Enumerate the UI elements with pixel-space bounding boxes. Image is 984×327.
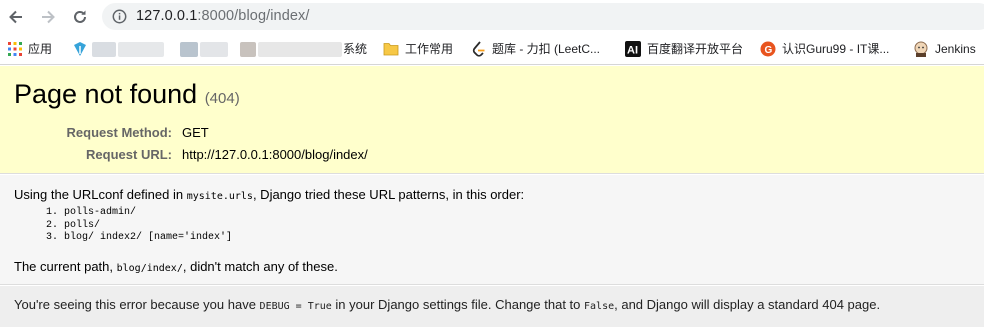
request-method-value: GET xyxy=(182,125,209,140)
page-title-text: Page not found xyxy=(14,79,198,109)
bookmark-guru99[interactable]: G 认识Guru99 - IT课... xyxy=(760,33,889,64)
page-title: Page not found (404) xyxy=(14,79,240,110)
urlconf-intro: Using the URLconf defined in mysite.urls… xyxy=(14,187,524,202)
url-path: :8000/blog/index/ xyxy=(197,8,310,24)
request-url-value: http://127.0.0.1:8000/blog/index/ xyxy=(182,147,368,162)
blurred-bookmark[interactable] xyxy=(92,42,116,57)
apps-grid-icon xyxy=(8,41,22,56)
current-path: blog/index/ xyxy=(116,263,183,274)
forward-arrow-icon xyxy=(42,10,55,24)
bookmark-work-folder[interactable]: 工作常用 xyxy=(383,33,453,64)
bookmark-jenkins[interactable]: Jenkins xyxy=(913,33,976,64)
blurred-bookmark[interactable] xyxy=(240,42,256,57)
forward-button[interactable] xyxy=(37,6,59,28)
false-code: False xyxy=(584,301,615,312)
ai-icon: AI xyxy=(625,40,641,57)
request-method-label: Request Method: xyxy=(66,125,172,140)
bookmarks-bar: 应用 系统 工作常用 题库 - 力扣 (LeetC... AI 百度翻译开放平台… xyxy=(0,33,984,65)
url-pattern-item: 3. blog/ index2/ [name='index'] xyxy=(46,232,233,243)
url-pattern-item: 1. polls-admin/ xyxy=(46,207,137,218)
back-button[interactable] xyxy=(5,6,27,28)
bookmark-label: Jenkins xyxy=(935,41,976,56)
address-bar[interactable]: 127.0.0.1:8000/blog/index/ xyxy=(102,3,984,30)
explanation-middle: in your Django settings file. Change tha… xyxy=(331,297,585,312)
intro-before: Using the URLconf defined in xyxy=(14,187,187,202)
blurred-bookmark[interactable] xyxy=(180,42,198,57)
folder-icon xyxy=(383,42,399,56)
reload-icon xyxy=(74,10,86,23)
svg-text:G: G xyxy=(765,45,773,56)
current-path-note: The current path, blog/index/, didn't ma… xyxy=(14,259,338,274)
url-pattern-item: 2. polls/ xyxy=(46,219,101,231)
urlconf-info: Using the URLconf defined in mysite.urls… xyxy=(0,175,984,285)
bookmark-apps[interactable]: 应用 xyxy=(8,33,52,64)
reload-button[interactable] xyxy=(69,6,91,28)
explanation-after: , and Django will display a standard 404… xyxy=(614,297,881,312)
bookmark-system[interactable]: 系统 xyxy=(343,33,367,64)
explanation-text: You're seeing this error because you hav… xyxy=(14,297,880,312)
current-after: , didn't match any of these. xyxy=(182,259,338,274)
blurred-bookmark[interactable] xyxy=(118,42,164,57)
svg-text:AI: AI xyxy=(627,44,638,56)
explanation-before: You're seeing this error because you hav… xyxy=(14,297,260,312)
request-url-label: Request URL: xyxy=(86,147,172,162)
bookmark-label: 工作常用 xyxy=(405,42,454,56)
bookmark-label: 系统 xyxy=(343,42,368,56)
browser-toolbar: 127.0.0.1:8000/blog/index/ xyxy=(0,0,984,33)
blurred-bookmark[interactable] xyxy=(258,42,342,57)
intro-after: , Django tried these URL patterns, in th… xyxy=(252,187,525,202)
current-before: The current path, xyxy=(14,259,117,274)
url-text: 127.0.0.1:8000/blog/index/ xyxy=(136,8,310,24)
jenkins-icon xyxy=(913,41,929,57)
error-summary: Page not found (404) Request Method: GET… xyxy=(0,66,984,174)
url-host: 127.0.0.1 xyxy=(136,8,198,24)
leetcode-icon xyxy=(472,40,486,57)
bookmark-leetcode[interactable]: 题库 - 力扣 (LeetC... xyxy=(472,33,600,64)
bookmark-label: 题库 - 力扣 (LeetC... xyxy=(492,42,601,56)
bookmark-label: 应用 xyxy=(28,42,53,56)
guru99-icon: G xyxy=(760,41,776,57)
debug-setting-code: DEBUG = True xyxy=(259,301,332,312)
back-arrow-icon xyxy=(9,10,22,24)
urlconf-name: mysite.urls xyxy=(186,191,253,202)
bookmark-label: 百度翻译开放平台 xyxy=(647,42,744,56)
bookmark-label: 认识Guru99 - IT课... xyxy=(782,42,890,56)
status-code: (404) xyxy=(204,90,240,107)
bookmark-baidu-translate[interactable]: AI 百度翻译开放平台 xyxy=(625,33,743,64)
site-info-icon[interactable] xyxy=(112,9,127,24)
debug-explanation: You're seeing this error because you hav… xyxy=(0,286,984,327)
bookmark-favicon-icon xyxy=(72,41,88,62)
url-patterns-list: 1. polls-admin/ 2. polls/ 3. blog/ index… xyxy=(46,207,232,245)
blurred-bookmark[interactable] xyxy=(200,42,228,57)
